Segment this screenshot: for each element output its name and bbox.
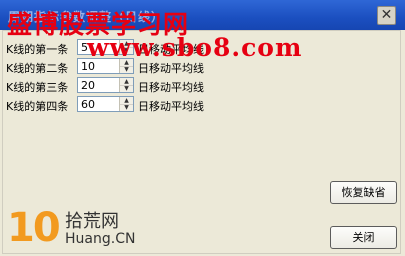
- spinner-value[interactable]: 60: [81, 98, 95, 111]
- down-arrow-icon[interactable]: ▼: [120, 104, 133, 111]
- logo-domain: Huang.CN: [65, 231, 136, 247]
- period-spinner[interactable]: 60 ▲ ▼: [77, 96, 134, 112]
- down-arrow-icon[interactable]: ▼: [120, 85, 133, 92]
- row-suffix: 日移动平均线: [138, 81, 204, 94]
- down-arrow-icon[interactable]: ▼: [120, 66, 133, 73]
- spinner-value[interactable]: 20: [81, 79, 95, 92]
- restore-default-button[interactable]: 恢复缺省: [330, 181, 397, 204]
- spinner-arrows[interactable]: ▲ ▼: [119, 97, 133, 111]
- period-spinner[interactable]: 20 ▲ ▼: [77, 77, 134, 93]
- row-suffix: 日移动平均线: [138, 62, 204, 75]
- site-logo: 10 拾荒网 Huang.CN: [7, 205, 147, 253]
- row-suffix: 日移动平均线: [138, 100, 204, 113]
- spinner-arrows[interactable]: ▲ ▼: [119, 78, 133, 92]
- row-label: K线的第一条: [6, 43, 69, 56]
- row-label: K线的第三条: [6, 81, 69, 94]
- row-label: K线的第四条: [6, 100, 69, 113]
- logo-number: 10: [7, 205, 61, 251]
- close-button[interactable]: 关闭: [330, 226, 397, 249]
- close-icon[interactable]: ✕: [377, 6, 396, 25]
- watermark-url: www.sbo8.com: [87, 33, 303, 62]
- row-label: K线的第二条: [6, 62, 69, 75]
- logo-name: 拾荒网: [65, 211, 119, 232]
